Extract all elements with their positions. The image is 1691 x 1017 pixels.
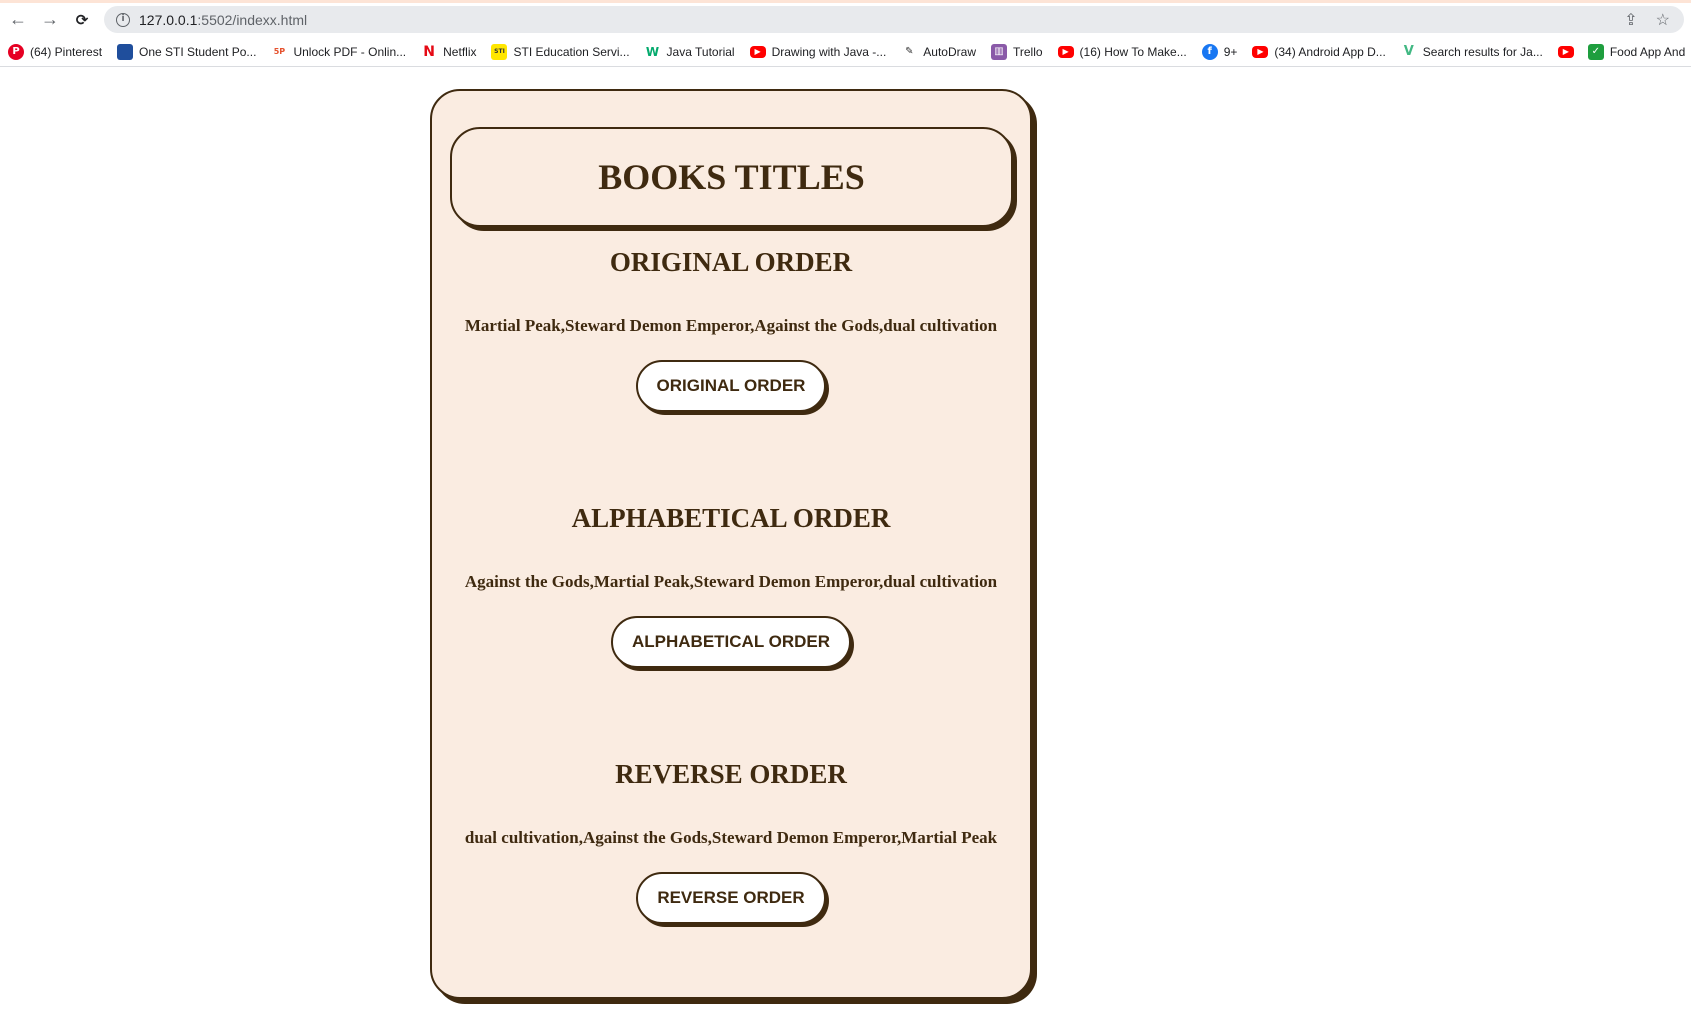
w3schools-icon: W	[644, 43, 661, 60]
bookmark-item[interactable]: N Netflix	[421, 43, 477, 60]
bookmark-item[interactable]: ✓ Food App And	[1587, 43, 1686, 60]
bookmark-label: 9+	[1223, 44, 1238, 59]
bookmark-item[interactable]: ▥ Trello	[990, 43, 1043, 60]
reverse-order-list: dual cultivation,Against the Gods,Stewar…	[464, 828, 998, 847]
bookmark-label: Java Tutorial	[666, 44, 735, 59]
reverse-order-section: REVERSE ORDER dual cultivation,Against t…	[432, 759, 1030, 924]
bookmark-item[interactable]: ▶ (34) Android App D...	[1252, 44, 1386, 59]
alphabetical-order-list: Against the Gods,Martial Peak,Steward De…	[464, 572, 998, 591]
facebook-icon: f	[1201, 43, 1218, 60]
original-order-section: ORIGINAL ORDER Martial Peak,Steward Demo…	[432, 247, 1030, 412]
browser-toolbar: ← → ⟳ i 127.0.0.1:5502/indexx.html ⇪ ☆	[0, 3, 1691, 36]
bookmark-label: One STI Student Po...	[139, 44, 257, 59]
forward-arrow-icon[interactable]: →	[34, 3, 66, 36]
youtube-icon: ▶	[749, 45, 766, 58]
bookmark-item[interactable]: W Java Tutorial	[644, 43, 735, 60]
autodraw-icon: ✎	[901, 43, 918, 60]
smallpdf-icon: 5P	[271, 43, 288, 60]
trello-icon: ▥	[990, 43, 1007, 60]
url-host: 127.0.0.1	[139, 11, 198, 28]
address-bar[interactable]: i 127.0.0.1:5502/indexx.html ⇪ ☆	[104, 6, 1684, 33]
netflix-icon: N	[421, 43, 438, 60]
bookmark-item[interactable]: P (64) Pinterest	[8, 43, 103, 60]
reverse-order-heading: REVERSE ORDER	[615, 759, 847, 789]
sti-portal-icon	[117, 43, 134, 60]
url-text[interactable]: 127.0.0.1:5502/indexx.html	[139, 12, 307, 28]
original-order-heading: ORIGINAL ORDER	[609, 247, 853, 277]
original-order-list: Martial Peak,Steward Demon Emperor,Again…	[464, 316, 998, 335]
bookmark-label: AutoDraw	[923, 44, 976, 59]
bookmark-label: STI Education Servi...	[513, 44, 630, 59]
bookmark-item[interactable]: ✎ AutoDraw	[901, 43, 976, 60]
bookmark-star-icon[interactable]: ☆	[1656, 10, 1670, 30]
bookmark-label: Trello	[1012, 44, 1043, 59]
site-info-icon[interactable]: i	[116, 12, 130, 27]
pinterest-icon: P	[8, 43, 24, 60]
checkbox-icon: ✓	[1587, 43, 1604, 60]
youtube-icon: ▶	[1557, 45, 1574, 58]
bookmark-label: Drawing with Java -...	[771, 44, 887, 59]
bookmarks-bar: P (64) Pinterest One STI Student Po... 5P Un…	[0, 37, 1691, 67]
books-card: BOOKS TITLES ORIGINAL ORDER Martial Peak…	[430, 89, 1032, 999]
title-box: BOOKS TITLES	[450, 127, 1013, 227]
bookmark-label: (64) Pinterest	[30, 44, 103, 59]
youtube-icon: ▶	[1252, 45, 1269, 58]
bookmark-label: (34) Android App D...	[1274, 44, 1386, 59]
bookmark-item[interactable]: f 9+	[1201, 43, 1238, 60]
url-path: :5502/indexx.html	[197, 11, 308, 28]
bookmark-item[interactable]: ▶	[1557, 45, 1580, 58]
youtube-icon: ▶	[1057, 45, 1074, 58]
original-order-button[interactable]: ORIGINAL ORDER	[635, 360, 827, 412]
back-arrow-icon[interactable]: ←	[2, 3, 34, 36]
bookmark-label: Netflix	[443, 44, 477, 59]
bookmark-label: Search results for Ja...	[1422, 44, 1543, 59]
share-icon[interactable]: ⇪	[1624, 10, 1637, 30]
bookmark-item[interactable]: V Search results for Ja...	[1400, 43, 1543, 60]
bookmark-label: Unlock PDF - Onlin...	[293, 44, 407, 59]
bookmark-item[interactable]: 5P Unlock PDF - Onlin...	[271, 43, 407, 60]
vue-icon: V	[1400, 43, 1417, 60]
sti-education-icon: STI	[491, 43, 508, 60]
alphabetical-order-button[interactable]: ALPHABETICAL ORDER	[610, 616, 852, 668]
bookmark-item[interactable]: STI STI Education Servi...	[491, 43, 630, 60]
alphabetical-order-section: ALPHABETICAL ORDER Against the Gods,Mart…	[432, 503, 1030, 668]
alphabetical-order-heading: ALPHABETICAL ORDER	[571, 503, 891, 533]
bookmark-label: (16) How To Make...	[1079, 44, 1187, 59]
page-title: BOOKS TITLES	[598, 157, 865, 197]
bookmark-item[interactable]: ▶ (16) How To Make...	[1057, 44, 1187, 59]
bookmark-item[interactable]: ▶ Drawing with Java -...	[749, 44, 887, 59]
bookmark-item[interactable]: One STI Student Po...	[117, 43, 257, 60]
bookmark-label: Food App And	[1609, 44, 1686, 59]
reverse-order-button[interactable]: REVERSE ORDER	[636, 872, 826, 924]
reload-icon[interactable]: ⟳	[66, 3, 98, 36]
